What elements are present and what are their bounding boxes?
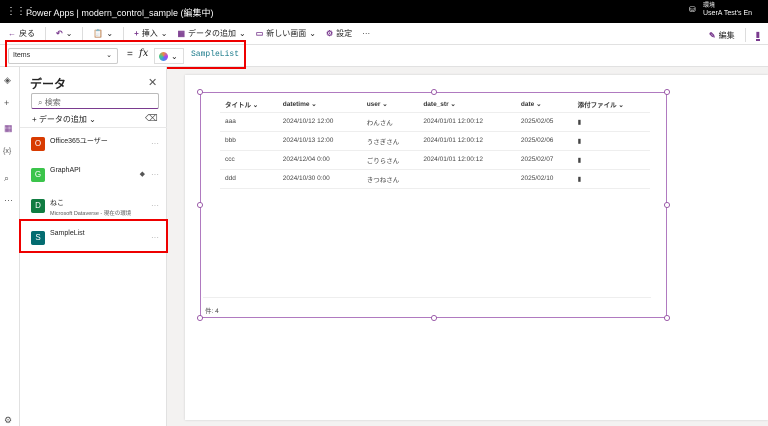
left-rail: ◈ + ▦ {x} ⌕ ··· ⚙ (0, 67, 20, 426)
data-icon[interactable]: ▦ (4, 123, 13, 134)
environment-name: UserA Test's En (703, 10, 752, 18)
table-row[interactable]: ddd2024/10/30 0:00きつねさん2025/02/10▮ (220, 169, 650, 188)
column-header[interactable]: date_str ⌄ (418, 97, 516, 112)
app-title: Power Apps | modern_control_sample (編集中) (26, 6, 213, 19)
dataverse-icon: D (31, 199, 45, 213)
environment-picker[interactable]: ⛁ 環境 UserA Test's En (703, 2, 752, 18)
back-button[interactable]: ←戻る (8, 28, 35, 39)
undo-button[interactable]: ↶ ⌄ (56, 29, 72, 38)
column-header[interactable]: date ⌄ (516, 97, 573, 112)
resize-handle[interactable] (664, 315, 670, 321)
divider (20, 127, 167, 128)
plus-icon: + (134, 29, 139, 38)
connector-icon: G (31, 168, 45, 182)
environment-label: 環境 (703, 2, 752, 10)
search-input[interactable]: ⌕ 検索 (31, 93, 159, 109)
table-row[interactable]: aaa2024/10/12 12:00わんさん2024/01/01 12:00:… (220, 112, 650, 131)
paste-button[interactable]: 📋 ⌄ (93, 29, 113, 38)
tree-view-icon[interactable]: ◈ (4, 75, 11, 86)
more-icon[interactable]: ··· (151, 139, 159, 148)
more-button[interactable]: ··· (362, 29, 370, 38)
undo-icon: ↶ (56, 29, 63, 38)
settings-button[interactable]: ⚙設定 (326, 28, 352, 39)
environment-icon: ⛁ (689, 6, 696, 14)
pencil-icon: ✎ (709, 31, 716, 40)
more-icon[interactable]: ··· (151, 170, 159, 179)
resize-handle[interactable] (664, 202, 670, 208)
row-count: 件: 4 (205, 305, 219, 315)
settings-icon[interactable]: ⚙ (4, 415, 12, 426)
screen-icon: ▭ (256, 29, 264, 38)
table-row[interactable]: bbb2024/10/13 12:00うさぎさん2024/01/01 12:00… (220, 131, 650, 150)
more-icon[interactable]: ··· (151, 201, 159, 210)
table-row[interactable]: ccc2024/12/04 0:00ごりらさん2024/01/01 12:00:… (220, 150, 650, 169)
resize-handle[interactable] (197, 89, 203, 95)
attachment-icon: ▮ (573, 150, 650, 169)
office365-icon: O (31, 137, 45, 151)
column-header[interactable]: 添付ファイル ⌄ (573, 97, 650, 112)
panel-title: データ (30, 75, 66, 92)
table-icon: ▦ (177, 29, 185, 38)
data-source-item[interactable]: GGraphAPI◆··· (29, 164, 161, 194)
gear-icon: ⚙ (326, 29, 333, 38)
resize-handle[interactable] (431, 315, 437, 321)
premium-icon: ◆ (140, 170, 145, 178)
attachment-icon: ▮ (573, 169, 650, 188)
resize-handle[interactable] (664, 89, 670, 95)
divider (203, 297, 651, 298)
add-data-button[interactable]: ▦データの追加 ⌄ (177, 28, 245, 39)
data-table: タイトル ⌄ datetime ⌄ user ⌄ date_str ⌄ date… (220, 97, 650, 189)
variables-icon[interactable]: {x} (3, 148, 11, 155)
edit-button[interactable]: ✎編集 (709, 30, 735, 41)
insert-icon[interactable]: + (4, 98, 9, 108)
column-header[interactable]: タイトル ⌄ (220, 97, 278, 112)
attachment-icon: ▮ (573, 131, 650, 150)
add-data-link[interactable]: + データの追加 ⌄ (32, 114, 96, 125)
highlight-samplelist (19, 219, 168, 253)
resize-handle[interactable] (197, 202, 203, 208)
column-header[interactable]: datetime ⌄ (278, 97, 362, 112)
insert-button[interactable]: +挿入 ⌄ (134, 28, 167, 39)
app-checker-button[interactable]: ▮ (756, 30, 760, 41)
data-source-item[interactable]: OOffice365ユーザー··· (29, 133, 161, 163)
arrow-left-icon: ← (8, 29, 16, 38)
resize-handle[interactable] (197, 315, 203, 321)
resize-handle[interactable] (431, 89, 437, 95)
more-icon[interactable]: ··· (4, 195, 13, 205)
search-icon[interactable]: ⌕ (4, 173, 9, 184)
clipboard-icon: 📋 (93, 29, 103, 38)
broom-icon[interactable]: ⌫ (145, 113, 158, 124)
new-screen-button[interactable]: ▭新しい画面 ⌄ (256, 28, 316, 39)
data-table-control[interactable]: タイトル ⌄ datetime ⌄ user ⌄ date_str ⌄ date… (200, 92, 667, 318)
column-header[interactable]: user ⌄ (362, 97, 419, 112)
top-bar: ⋮⋮⋮ Power Apps | modern_control_sample (… (0, 0, 768, 23)
highlight-formula (5, 40, 246, 69)
close-icon[interactable]: ✕ (148, 76, 157, 89)
attachment-icon: ▮ (573, 112, 650, 131)
